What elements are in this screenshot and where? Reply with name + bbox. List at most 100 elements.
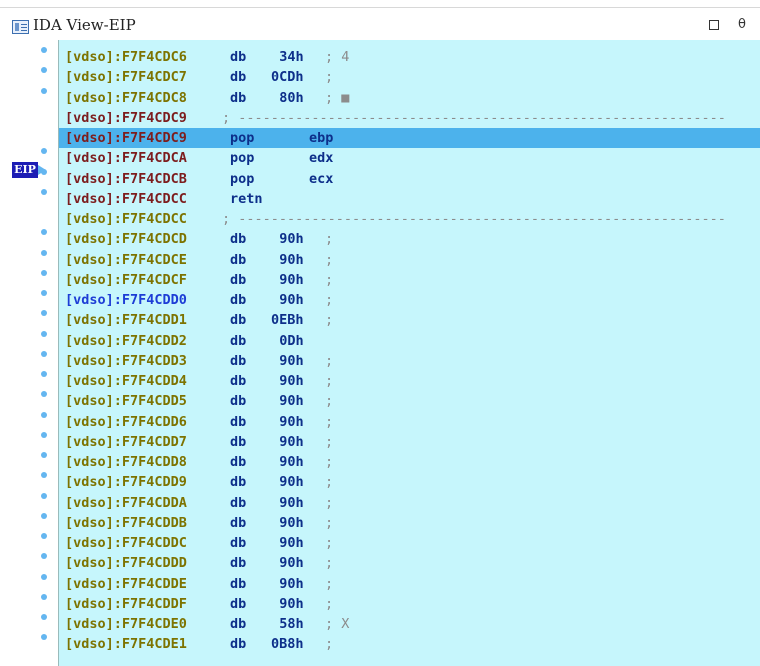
row-operand[interactable]: ebp [309,128,333,148]
breakpoint-dot-icon[interactable] [41,148,47,155]
row-address[interactable]: [vdso]:F7F4CDDE [65,574,187,594]
row-address[interactable]: [vdso]:F7F4CDCE [65,250,187,270]
listing-row[interactable]: [vdso]:F7F4CDC6 db 34h ; 4 [59,47,760,67]
row-address[interactable]: [vdso]:F7F4CDCC [65,189,187,209]
row-operand[interactable]: 0CDh [271,67,304,87]
row-operand[interactable]: 90h [279,493,303,513]
listing-row[interactable]: [vdso]:F7F4CDDE db 90h; [59,574,760,594]
row-mnemonic[interactable]: db [230,614,246,634]
row-address[interactable]: [vdso]:F7F4CDD9 [65,472,187,492]
row-mnemonic[interactable]: db [230,513,246,533]
breakpoint-dot-icon[interactable] [41,229,47,236]
row-mnemonic[interactable]: pop [230,169,254,189]
breakpoint-dot-icon[interactable] [41,47,47,53]
breakpoint-dot-icon[interactable] [41,87,47,94]
breakpoint-dot-icon[interactable] [41,634,47,641]
breakpoint-dot-icon[interactable] [41,492,47,499]
listing-row[interactable]: [vdso]:F7F4CDCF db 90h; [59,270,760,290]
breakpoint-dot-icon[interactable] [41,431,47,438]
listing-row[interactable]: [vdso]:F7F4CDC7 db 0CDh; [59,67,760,87]
row-mnemonic[interactable]: db [230,553,246,573]
row-operand[interactable]: 58h [279,614,303,634]
listing-row-current[interactable]: [vdso]:F7F4CDC9 pop ebp [59,128,760,148]
row-mnemonic[interactable]: db [230,310,246,330]
row-address[interactable]: [vdso]:F7F4CDD7 [65,432,187,452]
row-operand[interactable]: 90h [279,351,303,371]
breakpoint-dot-icon[interactable] [41,533,47,539]
row-operand[interactable]: 80h [279,88,303,108]
row-mnemonic[interactable]: db [230,371,246,391]
row-operand[interactable]: 90h [279,513,303,533]
row-operand[interactable]: 90h [279,250,303,270]
row-mnemonic[interactable]: db [230,67,246,87]
listing-row[interactable]: [vdso]:F7F4CDD3 db 90h; [59,351,760,371]
row-operand[interactable]: 90h [279,594,303,614]
row-address[interactable]: [vdso]:F7F4CDD3 [65,351,187,371]
row-mnemonic[interactable]: db [230,270,246,290]
row-address[interactable]: [vdso]:F7F4CDCD [65,229,187,249]
listing-row[interactable]: [vdso]:F7F4CDDB db 90h; [59,513,760,533]
row-operand[interactable]: 90h [279,574,303,594]
breakpoint-dot-icon[interactable] [41,371,47,377]
disassembly-listing[interactable]: [vdso]:F7F4CDC6 db 34h ; 4 [vdso]:F7F4CDC7 db… [58,40,760,666]
row-mnemonic[interactable]: db [230,250,246,270]
row-operand[interactable]: 0B8h [271,634,304,654]
listing-row[interactable]: [vdso]:F7F4CDE0 db 58h ; X [59,614,760,634]
row-address[interactable]: [vdso]:F7F4CDD6 [65,412,187,432]
row-mnemonic[interactable]: db [230,391,246,411]
listing-row[interactable]: [vdso]:F7F4CDD7 db 90h; [59,432,760,452]
row-operand[interactable]: 34h [279,47,303,67]
row-operand[interactable]: 90h [279,290,303,310]
breakpoint-dot-icon[interactable] [41,472,47,479]
row-mnemonic[interactable]: db [230,634,246,654]
row-mnemonic[interactable]: db [230,229,246,249]
row-operand[interactable]: 90h [279,270,303,290]
row-mnemonic[interactable]: db [230,533,246,553]
breakpoint-dot-icon[interactable] [41,411,47,418]
row-operand[interactable]: edx [309,148,333,168]
listing-row[interactable]: [vdso]:F7F4CDCC ; -----------------------… [59,209,760,229]
listing-row[interactable]: [vdso]:F7F4CDD4 db 90h; [59,371,760,391]
row-mnemonic[interactable]: db [230,331,246,351]
row-mnemonic[interactable]: db [230,47,246,67]
arrow-gutter[interactable]: EIP [0,40,58,666]
listing-row[interactable]: [vdso]:F7F4CDD6 db 90h; [59,412,760,432]
listing-row[interactable]: [vdso]:F7F4CDDD db 90h; [59,553,760,573]
listing-row[interactable]: [vdso]:F7F4CDC9 ; -----------------------… [59,108,760,128]
row-address[interactable]: [vdso]:F7F4CDD5 [65,391,187,411]
row-address[interactable]: [vdso]:F7F4CDC7 [65,67,187,87]
listing-row[interactable]: [vdso]:F7F4CDCE db 90h; [59,250,760,270]
row-mnemonic[interactable]: db [230,412,246,432]
row-operand[interactable]: 0Dh [279,331,303,351]
breakpoint-dot-icon[interactable] [41,67,47,74]
listing-row[interactable]: [vdso]:F7F4CDE1 db 0B8h; [59,634,760,654]
row-mnemonic[interactable]: db [230,452,246,472]
breakpoint-dot-icon[interactable] [41,269,47,276]
breakpoint-dot-icon[interactable] [41,290,47,296]
row-mnemonic[interactable]: retn [230,189,263,209]
row-address[interactable]: [vdso]:F7F4CDDD [65,553,187,573]
listing-row[interactable]: [vdso]:F7F4CDCB pop ecx [59,169,760,189]
breakpoint-dot-icon[interactable] [41,168,47,175]
row-mnemonic[interactable]: db [230,290,246,310]
row-address[interactable]: [vdso]:F7F4CDCB [65,169,187,189]
listing-row[interactable]: [vdso]:F7F4CDCC retn [59,189,760,209]
row-address[interactable]: [vdso]:F7F4CDC9 [65,128,187,148]
row-address[interactable]: [vdso]:F7F4CDDF [65,594,187,614]
breakpoint-dot-icon[interactable] [41,553,47,560]
row-mnemonic[interactable]: db [230,472,246,492]
row-mnemonic[interactable]: db [230,493,246,513]
listing-row[interactable]: [vdso]:F7F4CDD2 db 0Dh [59,331,760,351]
row-address[interactable]: [vdso]:F7F4CDCC [65,209,187,229]
row-address[interactable]: [vdso]:F7F4CDE1 [65,634,187,654]
row-address[interactable]: [vdso]:F7F4CDC9 [65,108,187,128]
breakpoint-dot-icon[interactable] [41,188,47,195]
row-address[interactable]: [vdso]:F7F4CDCA [65,148,187,168]
restore-icon[interactable] [706,17,722,33]
breakpoint-dot-icon[interactable] [41,391,47,398]
window-title[interactable]: IDA View-EIP [33,16,136,34]
row-operand[interactable]: 90h [279,391,303,411]
row-mnemonic[interactable]: pop [230,148,254,168]
row-address[interactable]: [vdso]:F7F4CDD8 [65,452,187,472]
breakpoint-dot-icon[interactable] [41,573,47,580]
